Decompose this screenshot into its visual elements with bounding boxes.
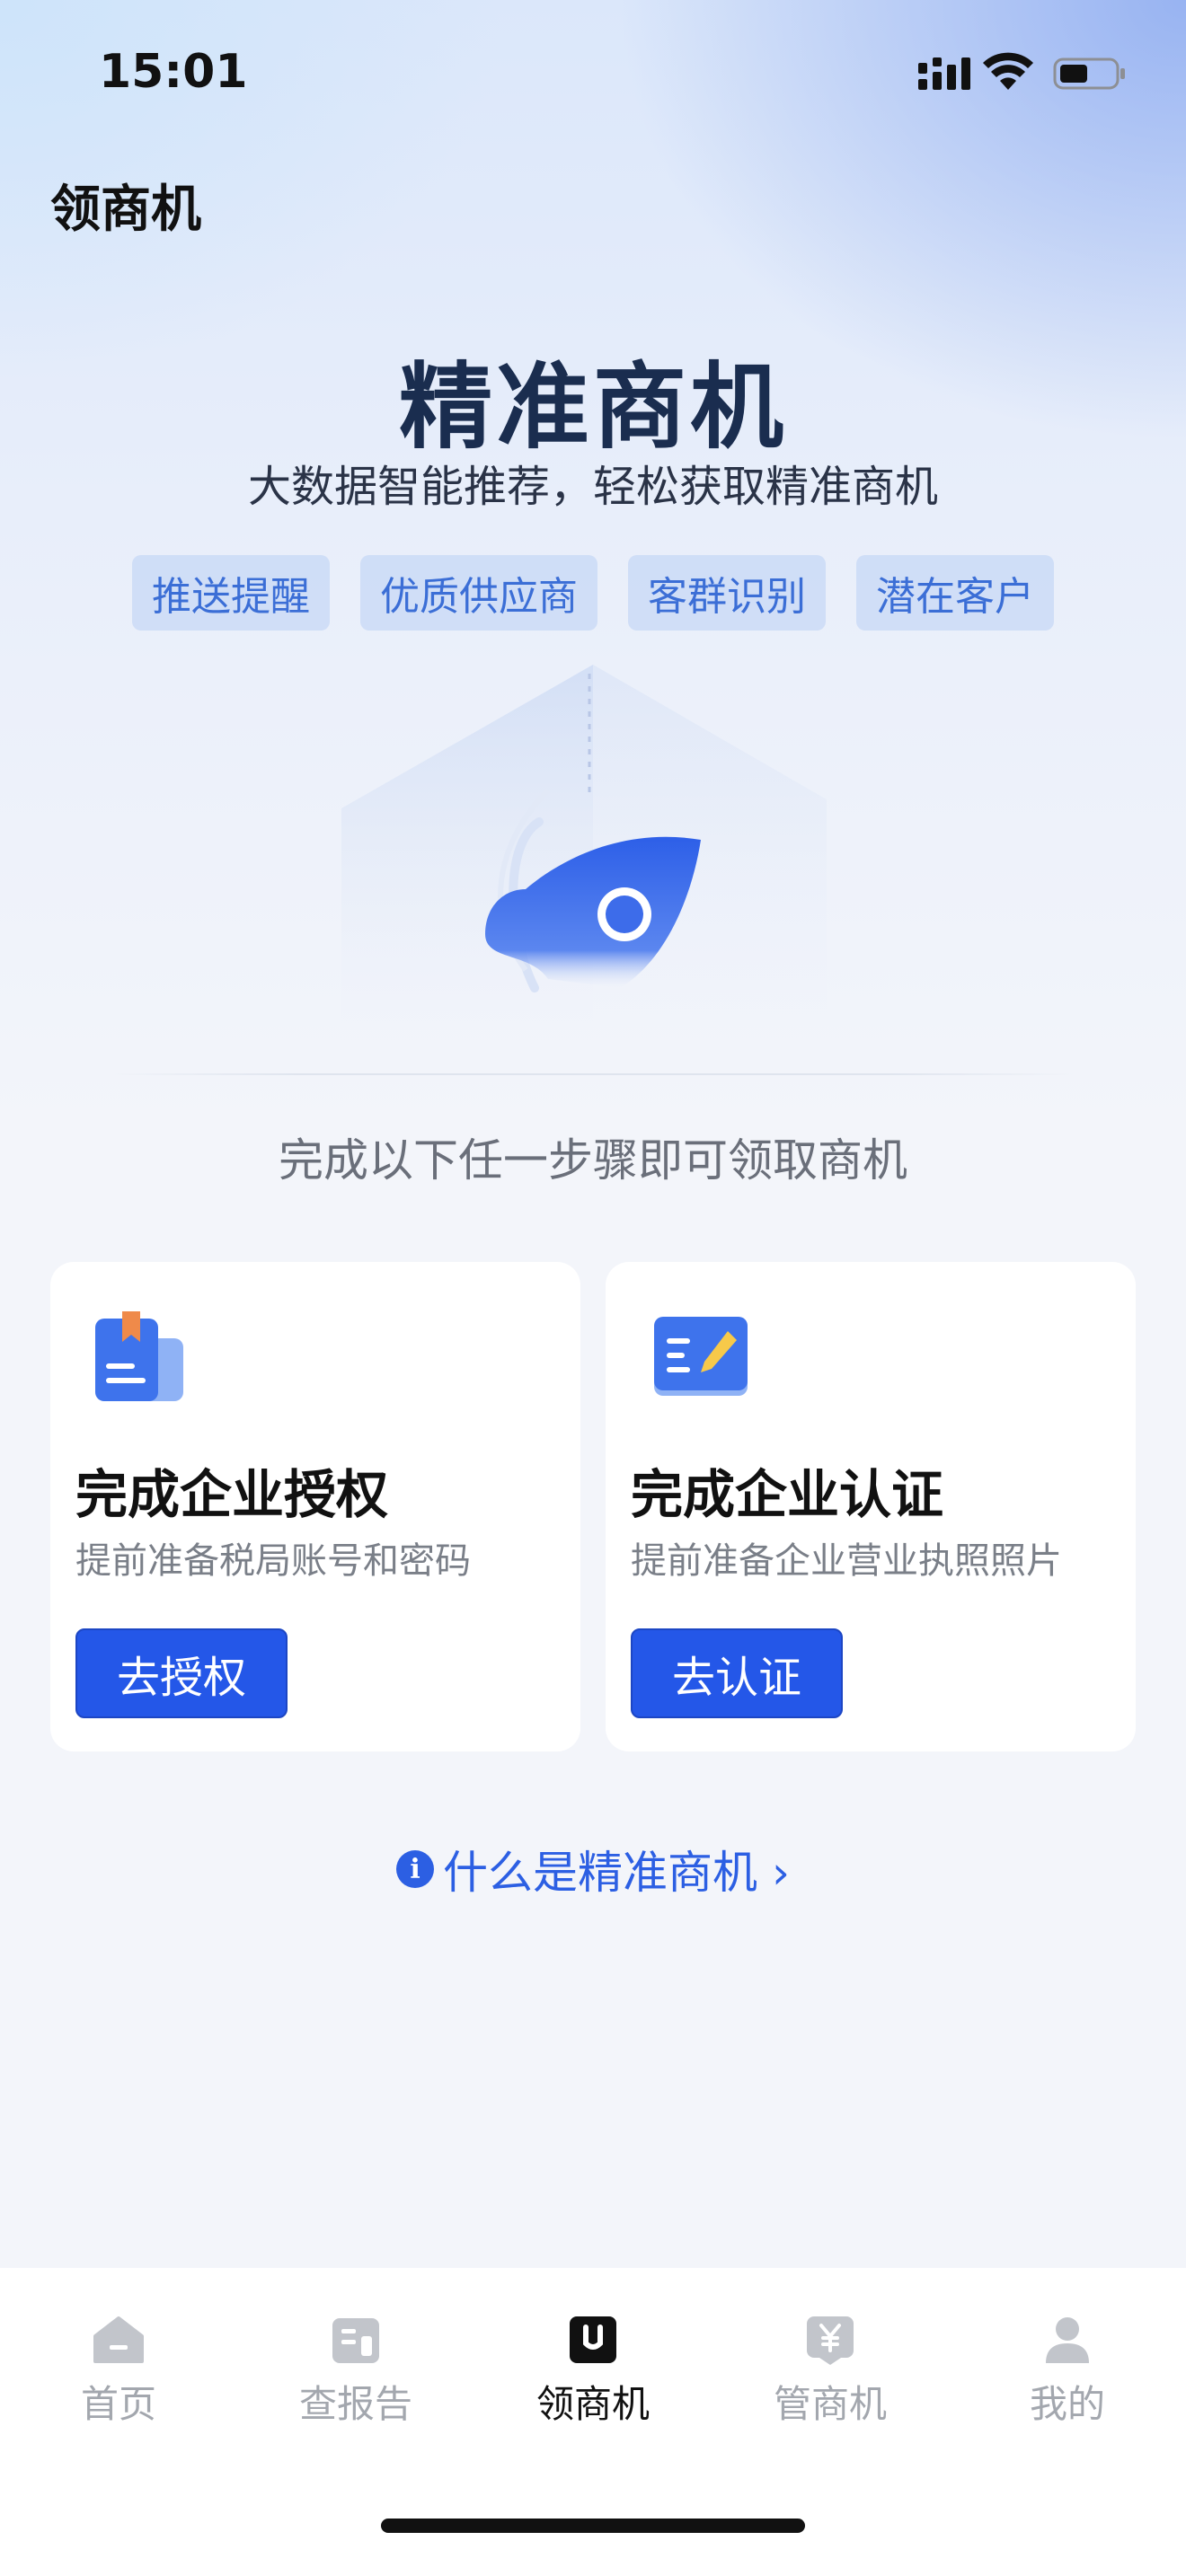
- status-bar: 15:01: [0, 0, 1186, 153]
- battery-icon: [1053, 57, 1125, 90]
- what-is-link-label: 什么是精准商机 ›: [443, 1847, 790, 1899]
- yen-manage-icon: [807, 2316, 854, 2365]
- what-is-link[interactable]: i 什么是精准商机 ›: [0, 1837, 1186, 1901]
- card-title: 完成企业授权: [75, 1464, 389, 1525]
- tab-manage[interactable]: 管商机: [740, 2311, 920, 2429]
- hero-title: 精准商机: [398, 352, 787, 462]
- tab-report[interactable]: 查报告: [266, 2311, 446, 2429]
- steps-hint: 完成以下任一步骤即可领取商机: [279, 1134, 907, 1187]
- hero-subtitle: 大数据智能推荐，轻松获取精准商机: [247, 462, 938, 512]
- opportunity-icon: [570, 2316, 616, 2363]
- home-indicator: [381, 2519, 805, 2533]
- tab-home[interactable]: 首页: [29, 2311, 208, 2429]
- certification-card: 完成企业认证 提前准备企业营业执照照片 去认证: [606, 1262, 1136, 1751]
- signal-icon: [918, 57, 970, 90]
- feature-tag: 优质供应商: [360, 555, 597, 631]
- folder-document-icon: [95, 1311, 183, 1401]
- status-time: 15:01: [99, 45, 248, 99]
- tab-label: 查报告: [298, 2382, 412, 2426]
- tab-label: 我的: [1029, 2382, 1105, 2426]
- tab-opportunity[interactable]: 领商机: [503, 2311, 683, 2429]
- info-icon: i: [396, 1850, 435, 1888]
- feature-tag: 潜在客户: [856, 555, 1054, 631]
- tab-label: 首页: [80, 2382, 156, 2426]
- feature-tag: 推送提醒: [132, 555, 330, 631]
- card-description: 提前准备税局账号和密码: [75, 1540, 471, 1582]
- tab-profile[interactable]: 我的: [978, 2311, 1157, 2429]
- certify-button[interactable]: 去认证: [631, 1628, 843, 1718]
- book-pen-icon: [654, 1317, 748, 1396]
- card-title: 完成企业认证: [631, 1464, 944, 1525]
- feature-tag: 客群识别: [628, 555, 826, 631]
- wifi-icon: [983, 52, 1033, 90]
- authorize-button[interactable]: 去授权: [75, 1628, 288, 1718]
- feature-tags: 推送提醒 优质供应商 客群识别 潜在客户: [0, 555, 1186, 631]
- tab-label: 领商机: [535, 2382, 650, 2426]
- home-icon: [93, 2316, 144, 2363]
- page-title: 领商机: [50, 181, 201, 239]
- rocket-illustration: [341, 665, 827, 1042]
- tab-label: 管商机: [773, 2382, 887, 2426]
- report-icon: [332, 2318, 379, 2363]
- divider: [108, 1073, 1078, 1075]
- card-description: 提前准备企业营业执照照片: [631, 1540, 1062, 1582]
- user-icon: [1046, 2317, 1089, 2363]
- authorization-card: 完成企业授权 提前准备税局账号和密码 去授权: [50, 1262, 580, 1751]
